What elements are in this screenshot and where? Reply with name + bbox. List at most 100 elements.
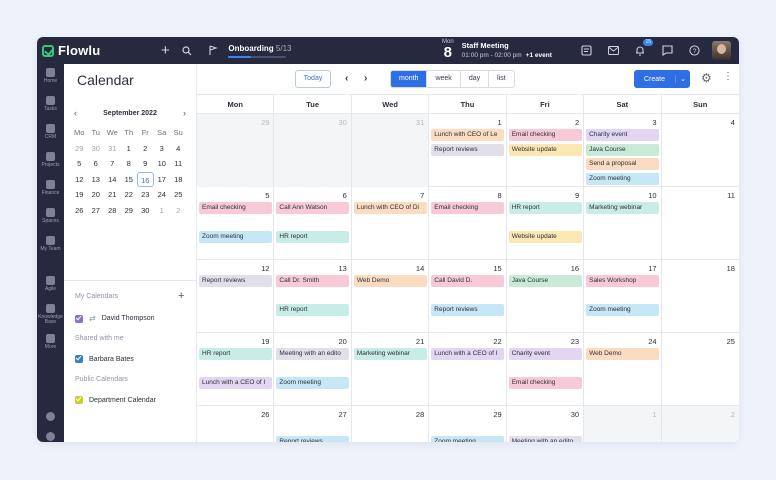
mini-day[interactable]: 13 [88, 172, 105, 188]
mini-day[interactable]: 8 [121, 156, 138, 172]
sidenav-item-my-team[interactable]: My Team [37, 236, 64, 252]
calendar-event[interactable]: Marketing webinar [353, 348, 427, 360]
mini-day[interactable]: 2 [170, 203, 187, 219]
mini-day[interactable]: 30 [137, 203, 154, 219]
calendar-event[interactable]: HR report [199, 348, 272, 360]
sidenav-item-tasks[interactable]: Tasks [37, 96, 64, 112]
calendar-item-david-thompson[interactable]: ⇄ David Thompson [75, 314, 155, 323]
day-cell[interactable]: 22 Lunch with a CEO of I [429, 333, 507, 406]
mini-day[interactable]: 14 [104, 172, 121, 188]
day-cell[interactable]: 3 Charity event Java Course Send a proposal… [584, 114, 662, 187]
sidenav-item-agile[interactable]: Agile [37, 276, 64, 292]
mini-next-icon[interactable]: › [183, 108, 186, 118]
mini-day[interactable]: 27 [88, 203, 105, 219]
calendar-event[interactable]: Email checking [199, 202, 272, 214]
calendar-event[interactable]: Java Course [508, 275, 582, 287]
calendar-event[interactable]: Website update [508, 231, 582, 243]
day-cell[interactable]: 1 [584, 406, 662, 442]
day-cell[interactable]: 6 Call Ann Watson HR report [274, 187, 352, 260]
calendar-event[interactable]: Report reviews [199, 275, 272, 287]
calendar-event[interactable]: Web Demo [353, 275, 427, 287]
gear-icon[interactable]: ⚙ [701, 71, 712, 85]
day-cell[interactable]: 8 Email checking [429, 187, 507, 260]
day-cell[interactable]: 2 [661, 406, 739, 442]
chat-icon[interactable] [658, 42, 676, 60]
day-cell[interactable]: 29 [197, 114, 275, 187]
mini-day[interactable]: 12 [71, 172, 88, 188]
calendar-event[interactable]: Send a proposal [586, 158, 660, 170]
mini-day[interactable]: 22 [121, 187, 138, 203]
calendar-event[interactable]: Meeting with an edito [276, 348, 350, 360]
calendar-event[interactable]: Website update [508, 143, 582, 156]
mini-day[interactable]: 4 [170, 141, 187, 157]
mini-day[interactable]: 29 [121, 203, 138, 219]
calendar-item-department[interactable]: Department Calendar [75, 396, 156, 404]
calendar-event[interactable]: Email checking [508, 129, 582, 141]
mini-day[interactable]: 26 [71, 203, 88, 219]
day-cell[interactable]: 23 Charity event Email checking [507, 333, 585, 406]
day-cell[interactable]: 12 Report reviews [197, 260, 275, 333]
view-tab-month[interactable]: month [391, 71, 428, 87]
day-cell[interactable]: 29 Zoom meeting [429, 406, 507, 442]
day-cell[interactable]: 4 [662, 114, 739, 187]
calendar-event[interactable]: Java Course [586, 143, 660, 156]
view-tab-list[interactable]: list [489, 71, 514, 87]
calendar-event[interactable]: HR report [508, 202, 582, 214]
mini-day[interactable]: 24 [154, 187, 171, 203]
day-cell[interactable]: 17 Sales Workshop Zoom meeting [584, 260, 662, 333]
mini-day[interactable]: 2 [137, 141, 154, 157]
next-meeting[interactable]: Mon 8 Staff Meeting 01:00 pm - 02:00 pm +… [442, 39, 552, 60]
mini-day[interactable]: 16 [137, 171, 154, 187]
calendar-event[interactable]: Meeting with an edito [508, 435, 582, 442]
day-cell[interactable]: 10 Marketing webinar [584, 187, 662, 260]
view-tab-day[interactable]: day [461, 71, 490, 87]
checkbox-icon[interactable] [75, 314, 83, 323]
mini-day[interactable]: 18 [170, 172, 187, 188]
view-tab-week[interactable]: week [427, 71, 461, 87]
mini-day[interactable]: 1 [121, 141, 138, 157]
sidenav-item-finance[interactable]: Finance [37, 180, 64, 196]
mail-icon[interactable] [604, 42, 622, 60]
mini-day[interactable]: 19 [71, 187, 88, 203]
calendar-event[interactable]: Marketing webinar [586, 202, 660, 214]
mini-day[interactable]: 1 [154, 203, 171, 219]
day-cell[interactable]: 7 Lunch with CEO of Di [352, 187, 430, 260]
onboarding-widget[interactable]: Onboarding 5/13 [204, 42, 292, 60]
calendar-event[interactable]: Call Dr. Smith [276, 275, 350, 287]
mini-day[interactable]: 17 [154, 172, 171, 188]
checkbox-icon[interactable] [75, 355, 83, 363]
mini-day[interactable]: 21 [104, 187, 121, 203]
day-cell[interactable]: 14 Web Demo [352, 260, 430, 333]
calendar-event[interactable]: Web Demo [586, 348, 660, 360]
today-button[interactable]: Today [295, 70, 331, 88]
sidenav-item-knowledge-base[interactable]: Knowledge Base [37, 304, 64, 326]
calendar-event[interactable]: Email checking [508, 377, 582, 389]
day-cell[interactable]: 13 Call Dr. Smith HR report [274, 260, 352, 333]
sidenav-item-crm[interactable]: CRM [37, 124, 64, 140]
mini-day[interactable]: 11 [170, 156, 187, 172]
calendar-event[interactable]: Call David D. [431, 275, 505, 287]
mini-day[interactable]: 9 [137, 156, 154, 172]
day-cell[interactable]: 9 HR report Website update [507, 187, 585, 260]
calendar-item-barbara-bates[interactable]: Barbara Bates [75, 355, 134, 363]
day-cell[interactable]: 1 Lunch with CEO of Le Report reviews [429, 114, 507, 187]
chevron-down-icon[interactable]: ⌄ [675, 75, 690, 83]
calendar-event[interactable]: Lunch with CEO of Di [353, 202, 427, 214]
day-cell[interactable]: 24 Web Demo [584, 333, 662, 406]
calendar-event[interactable]: Charity event [586, 129, 660, 141]
mini-day[interactable]: 30 [88, 141, 105, 157]
mini-prev-icon[interactable]: ‹ [74, 108, 77, 118]
sidenav-item-projects[interactable]: Projects [37, 152, 64, 168]
user-avatar[interactable] [712, 41, 731, 60]
calendar-event[interactable]: Lunch with a CEO of I [431, 348, 505, 360]
create-button[interactable]: Create ⌄ [634, 70, 690, 88]
notes-icon[interactable] [577, 42, 595, 60]
calendar-event[interactable]: Lunch with CEO of Le [431, 129, 505, 141]
next-icon[interactable]: › [364, 73, 367, 84]
calendar-event[interactable]: Zoom meeting [276, 377, 350, 389]
mini-day[interactable]: 6 [88, 156, 105, 172]
calendar-event[interactable]: HR report [276, 231, 350, 243]
mini-day[interactable]: 28 [104, 203, 121, 219]
mini-day[interactable]: 10 [154, 156, 171, 172]
add-calendar-icon[interactable]: + [178, 290, 184, 302]
